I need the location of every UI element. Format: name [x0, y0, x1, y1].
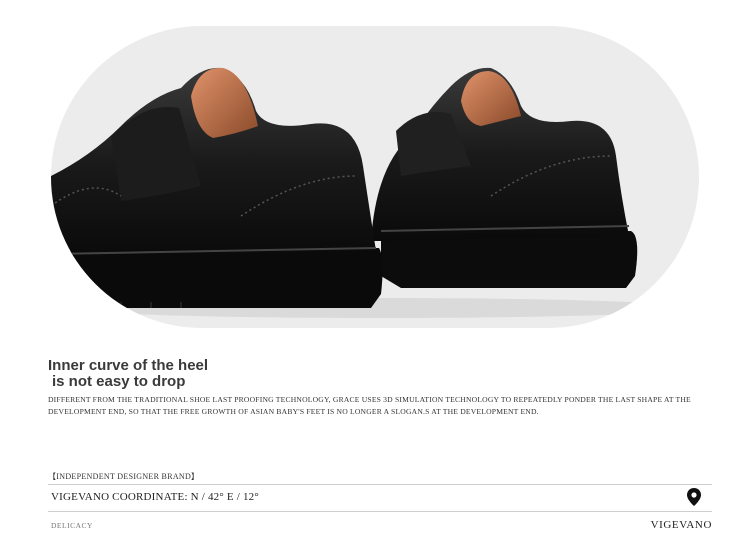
map-pin-icon — [687, 488, 701, 506]
feature-description: Different from the traditional shoe last… — [48, 395, 691, 416]
divider — [48, 511, 712, 512]
headline-line-2: is not easy to drop — [52, 373, 186, 390]
coordinate-text: VIGEVANO COORDINATE: N / 42° E / 12° — [51, 491, 259, 503]
divider — [48, 484, 712, 485]
feature-headline: Inner curve of the heel is not easy to d… — [48, 358, 208, 390]
product-photo — [51, 26, 699, 328]
headline-line-1: Inner curve of the heel — [48, 357, 209, 374]
right-caption: VIGEVANO — [650, 519, 712, 531]
brand-tag: 【INDEPENDENT DESIGNER BRAND】 — [48, 472, 200, 481]
left-caption: DELICACY — [51, 521, 93, 530]
left-shoe — [51, 67, 383, 308]
shoe-pair-illustration — [51, 67, 691, 318]
right-shoe — [371, 67, 638, 288]
